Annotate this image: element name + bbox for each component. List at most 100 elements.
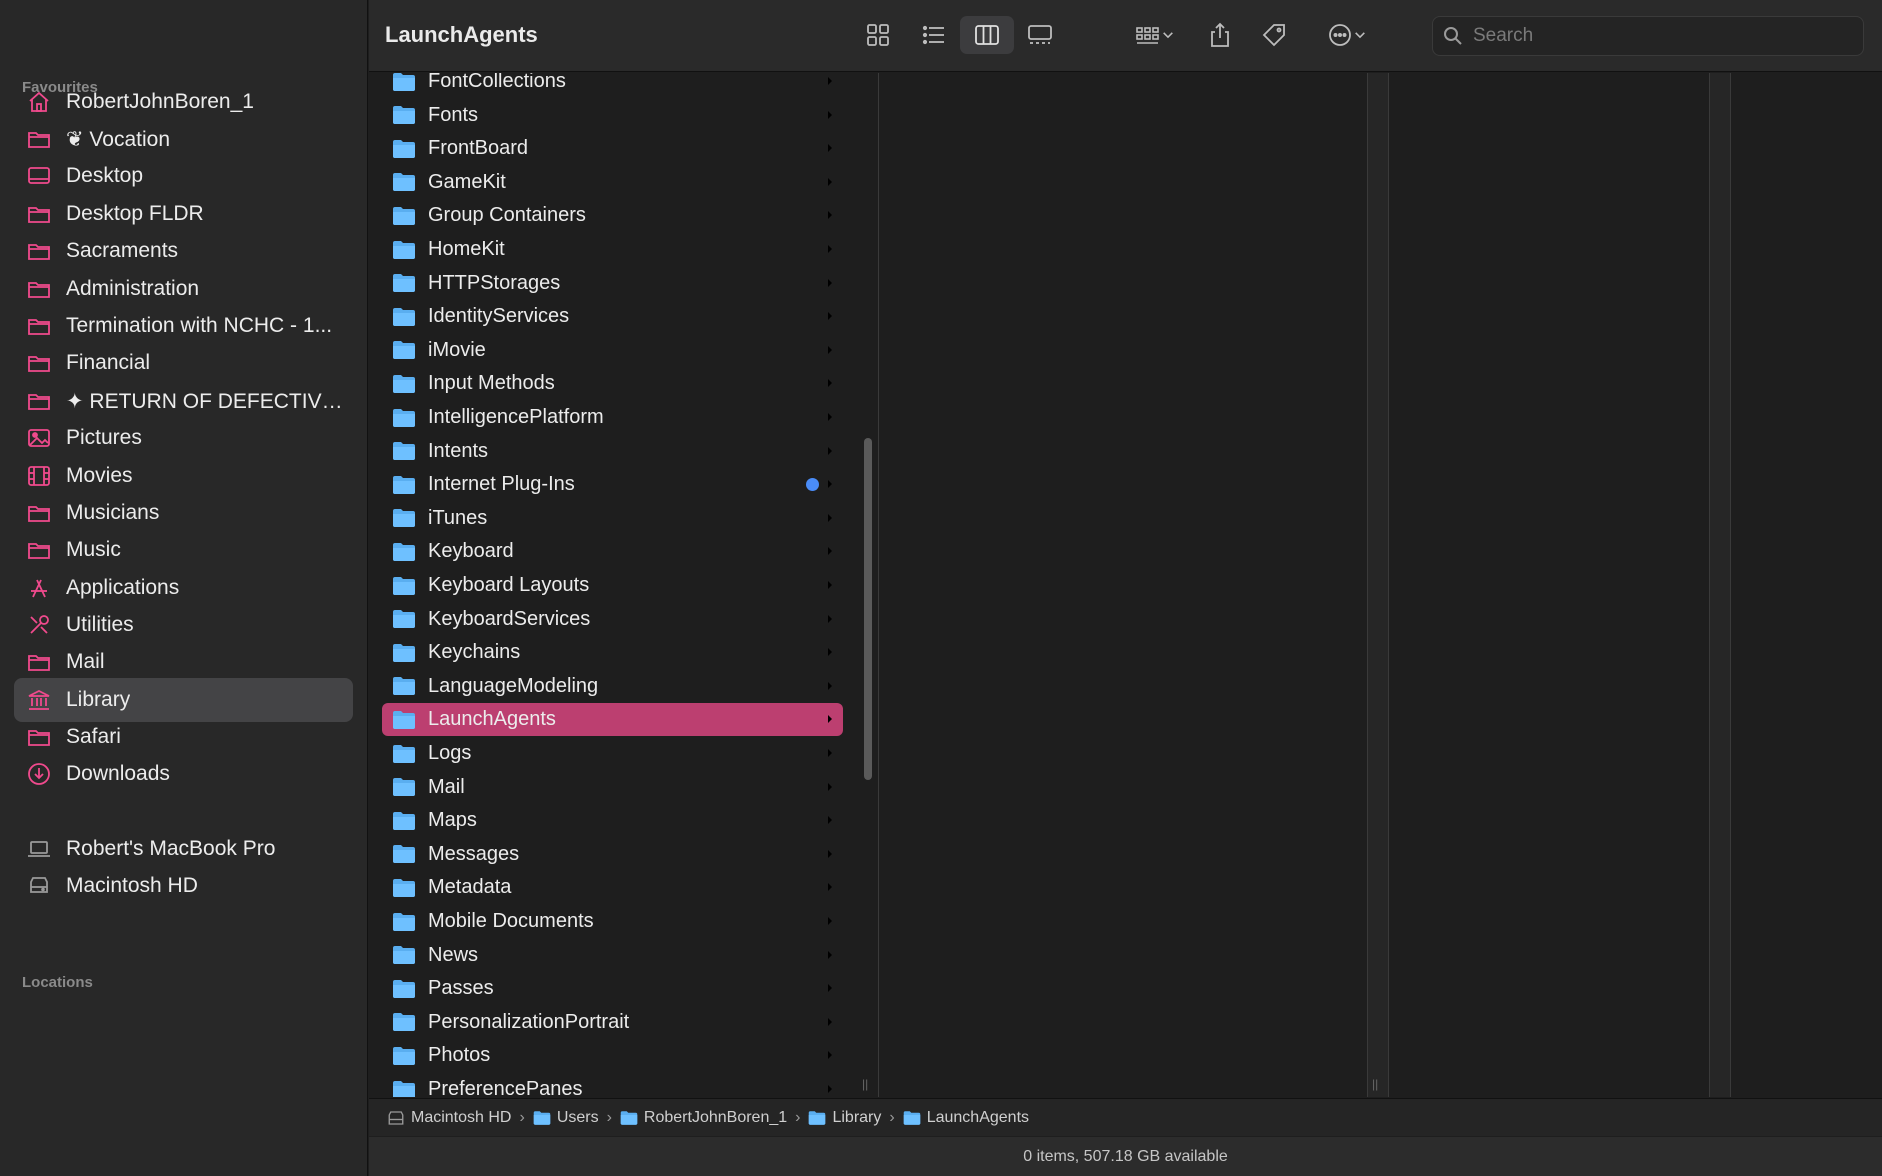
sidebar-location-macintosh-hd[interactable]: Macintosh HD [14,864,353,908]
chevron-right-icon [828,849,832,858]
folder-icon [26,126,52,152]
column-divider[interactable] [1730,73,1731,1097]
folder-row-news[interactable]: News [382,939,843,972]
search-field[interactable] [1432,16,1864,56]
sidebar-item-label: Pictures [66,426,142,449]
more-actions-button[interactable] [1317,16,1377,54]
folder-row-keychains[interactable]: Keychains [382,636,843,669]
path-crumb-label: Users [556,1108,599,1126]
sidebar-item-label: Termination with NCHC - 1... [66,314,333,337]
path-crumb-label: RobertJohnBoren_1 [643,1108,788,1126]
path-crumb[interactable]: Library [808,1109,881,1127]
group-icon [1136,27,1159,44]
column-library[interactable]: FontCollections Fonts FrontBoard GameKit… [369,73,858,1097]
folder-name: Input Methods [428,372,555,395]
folder-row-internet-plug-ins[interactable]: Internet Plug-Ins [382,468,843,501]
folder-row-gamekit[interactable]: GameKit [382,166,843,199]
library-icon [26,687,52,713]
folder-icon [393,778,415,797]
list-icon [922,25,944,45]
column-resize-grip[interactable]: || [1372,1077,1378,1091]
folder-row-mobile-documents[interactable]: Mobile Documents [382,905,843,938]
folder-row-intelligenceplatform[interactable]: IntelligencePlatform [382,401,843,434]
column-divider[interactable] [1388,73,1389,1097]
gallery-view-button[interactable] [1018,16,1062,54]
folder-row-photos[interactable]: Photos [382,1039,843,1072]
sidebar-item-label: Musicians [66,501,160,524]
column-2-edge [1367,73,1388,1097]
folder-row-group-containers[interactable]: Group Containers [382,199,843,232]
column-scrollbar[interactable] [864,438,872,780]
chevron-right-icon [828,211,832,220]
chevron-right-icon: › [519,1108,525,1126]
folder-row-homekit[interactable]: HomeKit [382,233,843,266]
folder-row-itunes[interactable]: iTunes [382,502,843,535]
folder-row-identityservices[interactable]: IdentityServices [382,300,843,333]
list-view-button[interactable] [912,16,956,54]
folder-row-metadata[interactable]: Metadata [382,871,843,904]
folder-row-intents[interactable]: Intents [382,435,843,468]
folder-row-mail[interactable]: Mail [382,771,843,804]
folder-row-keyboard-layouts[interactable]: Keyboard Layouts [382,569,843,602]
folder-name: FrontBoard [428,137,529,160]
path-crumb[interactable]: Users [533,1109,599,1127]
drive-icon [26,873,52,899]
folder-row-launchagents[interactable]: LaunchAgents [382,703,843,737]
folder-row-input-methods[interactable]: Input Methods [382,367,843,400]
sidebar-item-label: Robert's MacBook Pro [66,837,276,860]
path-crumb[interactable]: LaunchAgents [903,1109,1029,1127]
folder-icon [393,710,415,729]
folder-name: iMovie [428,338,486,361]
folder-name: Internet Plug-Ins [428,473,575,496]
column-divider[interactable] [878,73,879,1097]
folder-icon [393,979,415,998]
folder-icon [620,1110,644,1126]
chevron-right-icon [828,1085,832,1093]
folder-name: iTunes [428,506,488,529]
path-crumb[interactable]: Macintosh HD [387,1109,511,1127]
folder-row-fontcollections[interactable]: FontCollections [382,73,843,98]
folder-row-logs[interactable]: Logs [382,737,843,770]
sidebar-item-label: Sacraments [66,239,179,262]
folder-name: Fonts [428,103,479,126]
group-by-button[interactable] [1125,16,1185,54]
folder-row-frontboard[interactable]: FrontBoard [382,132,843,165]
folder-row-imovie[interactable]: iMovie [382,334,843,367]
folder-row-personalizationportrait[interactable]: PersonalizationPortrait [382,1006,843,1039]
sidebar-item-downloads[interactable]: Downloads [14,752,353,796]
folder-row-preferencepanes[interactable]: PreferencePanes [382,1073,843,1097]
sidebar-item-label: Mail [66,650,105,673]
folder-name: Intents [428,439,489,462]
column-view-button[interactable] [960,16,1014,54]
folder-row-languagemodeling[interactable]: LanguageModeling [382,670,843,703]
folder-row-passes[interactable]: Passes [382,972,843,1005]
folder-icon [26,388,52,414]
folder-icon [393,139,415,158]
column-divider[interactable] [1367,73,1368,1097]
folder-row-keyboardservices[interactable]: KeyboardServices [382,603,843,636]
folder-row-maps[interactable]: Maps [382,804,843,837]
share-button[interactable] [1198,16,1242,54]
folder-icon [393,845,415,864]
folder-row-fonts[interactable]: Fonts [382,99,843,132]
folder-icon [393,542,415,561]
folder-name: Logs [428,742,472,764]
column-divider[interactable] [1709,73,1710,1097]
folder-icon [26,537,52,563]
folder-name: HTTPStorages [428,271,561,294]
folder-icon [26,649,52,675]
icon-view-button[interactable] [856,16,900,54]
folder-row-keyboard[interactable]: Keyboard [382,535,843,568]
desktop-icon [26,163,52,189]
folder-row-messages[interactable]: Messages [382,838,843,871]
column-resize-grip[interactable]: || [862,1077,868,1091]
ellipsis-circle-icon [1329,24,1351,46]
tag-button[interactable] [1252,16,1296,54]
path-crumb[interactable]: RobertJohnBoren_1 [620,1109,787,1127]
chevron-right-icon [828,345,832,354]
folder-row-httpstorages[interactable]: HTTPStorages [382,267,843,300]
chevron-right-icon [828,480,832,489]
status-bar: 0 items, 507.18 GB available [369,1137,1882,1176]
search-input[interactable] [1473,25,1853,47]
folder-name: Messages [428,842,520,865]
